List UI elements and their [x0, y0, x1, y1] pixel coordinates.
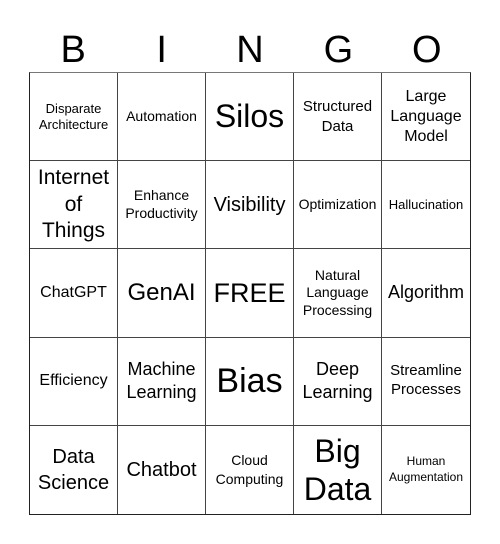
cell-text: Large Language Model — [390, 87, 462, 145]
bingo-cell[interactable]: Hallucination — [382, 161, 470, 250]
bingo-header: B I N G O — [29, 28, 471, 72]
cell-text: ChatGPT — [40, 283, 107, 301]
bingo-cell[interactable]: Visibility — [206, 161, 294, 250]
bingo-cell[interactable]: Data Science — [30, 425, 118, 514]
bingo-cell[interactable]: Human Augmentation — [382, 426, 470, 514]
bingo-card-grid: Disparate Architecture Automation Silos … — [29, 72, 471, 515]
bingo-cell[interactable]: Enhance Productivity — [118, 161, 206, 250]
header-letter-o: O — [412, 29, 442, 71]
cell-text: Algorithm — [387, 282, 465, 303]
bingo-cell[interactable]: Deep Learning — [294, 337, 382, 426]
cell-text: Visibility — [213, 193, 286, 216]
bingo-cell[interactable]: ChatGPT — [30, 249, 118, 338]
bingo-cell[interactable]: Large Language Model — [382, 73, 470, 162]
cell-text: Natural Language Processing — [302, 266, 373, 318]
bingo-cell[interactable]: GenAI — [118, 249, 206, 338]
cell-text: Internet of Things — [37, 166, 110, 242]
cell-text: FREE — [213, 277, 286, 308]
bingo-cell[interactable]: Optimization — [294, 161, 382, 250]
cell-text: Big Data — [303, 432, 372, 507]
header-letter-g: G — [323, 29, 354, 71]
bingo-cell[interactable]: Machine Learning — [118, 337, 206, 426]
cell-text: Machine Learning — [126, 358, 197, 403]
bingo-cell[interactable]: Streamline Processes — [382, 338, 470, 426]
bingo-cell[interactable]: Efficiency — [30, 337, 118, 426]
bingo-cell[interactable]: Structured Data — [294, 73, 382, 162]
cell-text: Optimization — [298, 196, 377, 213]
cell-text: Bias — [216, 361, 283, 400]
cell-text: Efficiency — [39, 372, 108, 390]
bingo-cell[interactable]: Cloud Computing — [206, 425, 294, 514]
bingo-cell[interactable]: Big Data — [294, 425, 382, 514]
cell-text: GenAI — [127, 278, 196, 306]
cell-text: Structured Data — [302, 98, 373, 135]
cell-text: Data Science — [37, 445, 110, 494]
bingo-cell[interactable]: Silos — [206, 73, 294, 162]
cell-text: Enhance Productivity — [125, 187, 198, 221]
header-letter-b: B — [60, 29, 86, 71]
cell-text: Cloud Computing — [215, 452, 284, 487]
bingo-cell[interactable]: Automation — [118, 73, 206, 162]
cell-text: Silos — [214, 98, 285, 134]
cell-text: Human Augmentation — [388, 454, 464, 484]
cell-text: Automation — [126, 107, 197, 124]
bingo-cell[interactable]: Bias — [206, 337, 294, 426]
bingo-cell[interactable]: Natural Language Processing — [294, 249, 382, 338]
free-space-cell[interactable]: FREE — [206, 249, 294, 338]
cell-text: Disparate Architecture — [38, 101, 109, 132]
cell-text: Streamline Processes — [390, 362, 462, 399]
cell-text: Hallucination — [388, 196, 464, 212]
bingo-cell[interactable]: Algorithm — [382, 249, 470, 338]
bingo-cell[interactable]: Chatbot — [118, 425, 206, 514]
header-letter-i: I — [156, 29, 167, 71]
bingo-cell[interactable]: Internet of Things — [30, 161, 118, 250]
header-letter-n: N — [236, 29, 264, 71]
cell-text: Chatbot — [126, 458, 197, 481]
cell-text: Deep Learning — [302, 358, 373, 403]
bingo-cell[interactable]: Disparate Architecture — [30, 73, 118, 162]
